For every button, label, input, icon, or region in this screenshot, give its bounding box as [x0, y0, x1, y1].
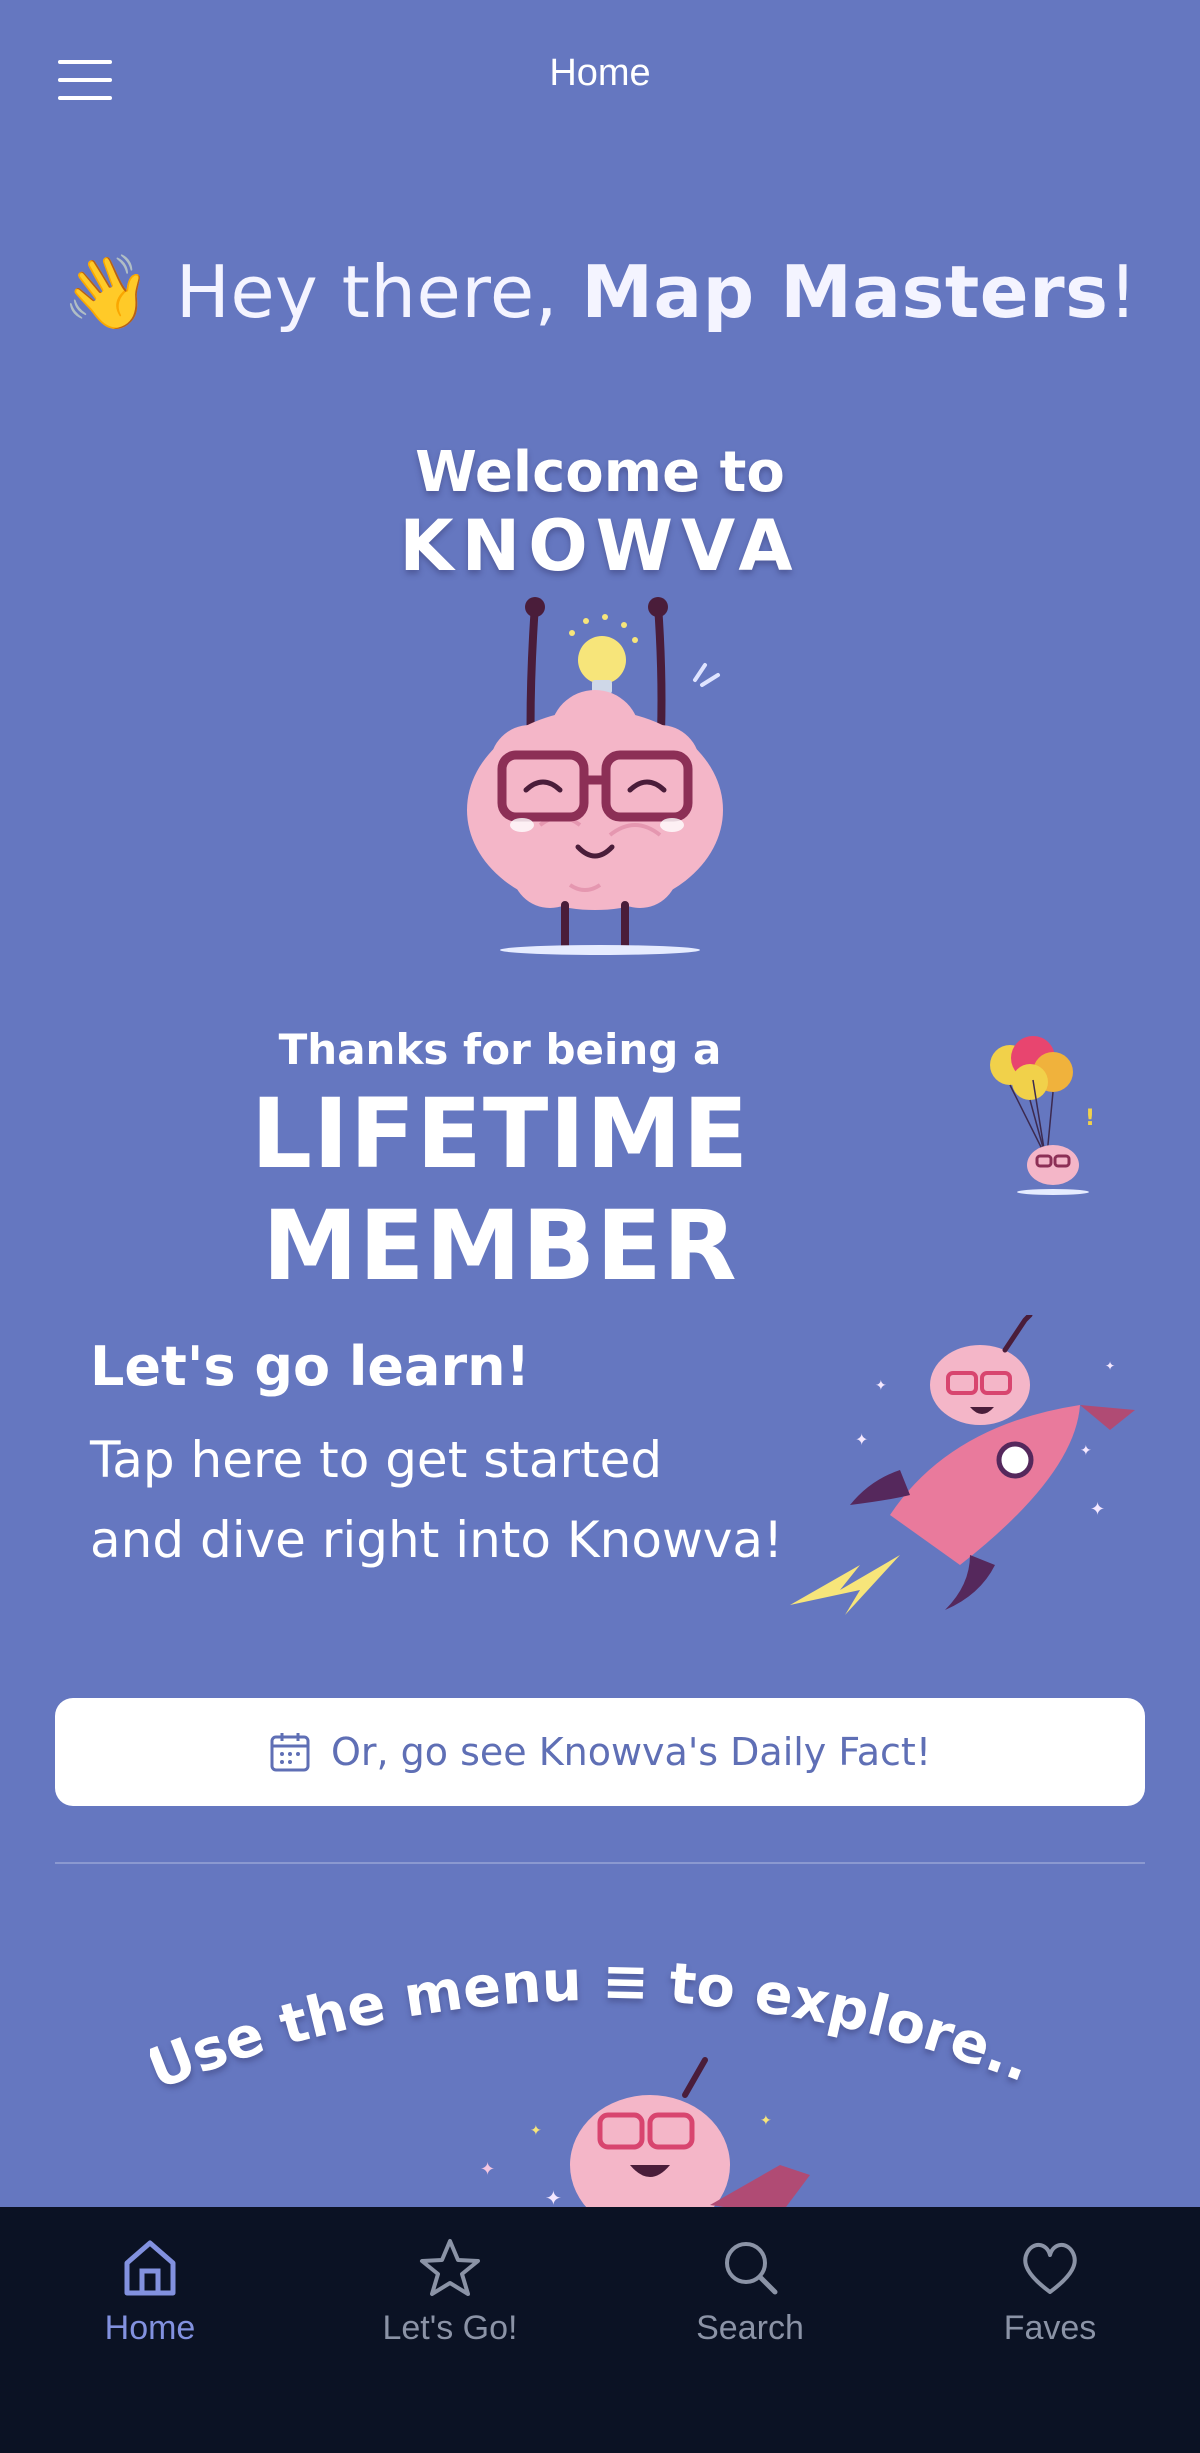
tab-lets-go[interactable]: Let's Go! [300, 2207, 600, 2453]
tab-faves-label: Faves [1003, 2309, 1097, 2347]
rocket-brain-illustration: ✦ ✦ ✦ ✦ ✦ [790, 1315, 1135, 1615]
star-icon [420, 2239, 480, 2296]
learn-line-1: Tap here to get started [90, 1431, 663, 1489]
svg-text:✦: ✦ [875, 1378, 887, 1394]
svg-text:✦: ✦ [1090, 1499, 1105, 1520]
tab-search-label: Search [696, 2309, 804, 2347]
welcome-line: Welcome to [415, 440, 785, 505]
daily-fact-button[interactable]: Or, go see Knowva's Daily Fact! [55, 1698, 1145, 1806]
learn-line-2: and dive right into Knowva! [90, 1511, 784, 1569]
waving-hand-icon: 👋 [62, 250, 153, 334]
brand-name: KNOWVA [399, 505, 801, 587]
top-app-bar: Home [0, 0, 1200, 160]
bottom-rocket-brain-illustration: ✦ ✦ ✦ ✦ [480, 2057, 810, 2215]
greeting-name: Map Masters [581, 250, 1109, 334]
svg-text:✦: ✦ [480, 2159, 495, 2180]
membership-subtitle: Thanks for being a [278, 1025, 722, 1074]
greeting-heading: 👋 Hey there, Map Masters! [0, 250, 1200, 335]
svg-text:✦: ✦ [1080, 1443, 1092, 1459]
start-learning-card[interactable]: Let's go learn! Tap here to get started … [90, 1335, 830, 1580]
svg-text:✦: ✦ [530, 2123, 542, 2139]
svg-text:✦: ✦ [1105, 1359, 1115, 1373]
calendar-icon [270, 1733, 310, 1772]
daily-fact-label: Or, go see Knowva's Daily Fact! [330, 1730, 932, 1774]
welcome-banner: Welcome to KNOWVA [0, 440, 1200, 587]
greeting-suffix: ! [1108, 250, 1138, 334]
tab-search[interactable]: Search [600, 2207, 900, 2453]
tab-faves[interactable]: Faves [900, 2207, 1200, 2453]
membership-banner: Thanks for being a LIFETIME MEMBER [60, 1025, 940, 1302]
brain-mascot-illustration [467, 597, 723, 955]
search-icon [725, 2242, 778, 2295]
greeting-prefix: Hey there, [175, 250, 559, 334]
membership-title: LIFETIME MEMBER [250, 1078, 750, 1302]
heart-icon [1023, 2243, 1077, 2294]
bottom-tab-bar: Home Let's Go! Search Faves [0, 2207, 1200, 2453]
tab-lets-go-label: Let's Go! [382, 2309, 518, 2347]
tab-home[interactable]: Home [0, 2207, 300, 2453]
home-icon [124, 2240, 176, 2296]
learn-title: Let's go learn! [90, 1335, 531, 1398]
svg-text:✦: ✦ [760, 2113, 772, 2129]
tab-home-label: Home [104, 2309, 196, 2347]
divider [55, 1862, 1145, 1864]
svg-text:✦: ✦ [855, 1430, 868, 1449]
balloon-brain-illustration: ! [990, 1036, 1095, 1195]
svg-text:!: ! [1085, 1106, 1095, 1131]
page-title: Home [549, 52, 651, 94]
